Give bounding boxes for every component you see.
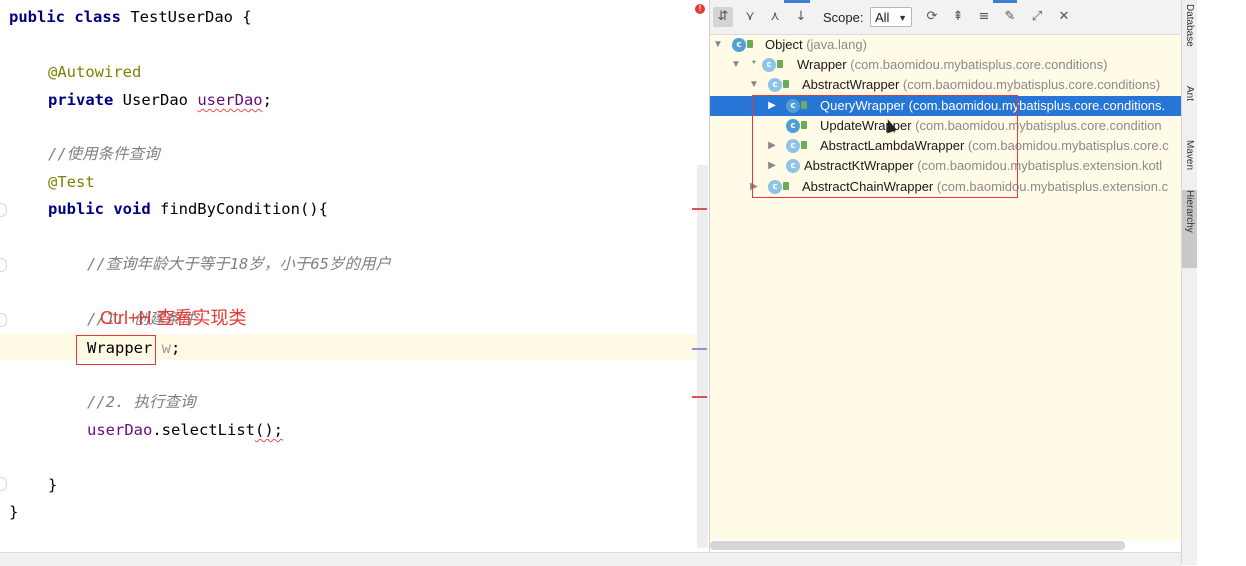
field-name: userDao	[87, 421, 153, 439]
editor-scrollbar[interactable]	[697, 165, 708, 548]
highlight-box	[752, 95, 1018, 198]
method-name: findByCondition(){	[159, 200, 328, 218]
field-name: userDao	[197, 91, 263, 109]
code-line-autowired[interactable]: @Autowired	[48, 59, 141, 85]
warning-stripe[interactable]	[692, 348, 707, 350]
hierarchy-toolbar: ⇵ ⋎ ⋏ ↓ Scope: All ▼ ⟳ ⇞ ≡ ✎ ⤢ ✕	[710, 0, 1182, 35]
scope-label: Scope:	[823, 10, 864, 25]
toolbar-active-indicator	[993, 0, 1017, 3]
code-line-select-call[interactable]: userDao.selectList();	[87, 417, 283, 443]
supertypes-hierarchy-icon[interactable]: ⋎	[742, 9, 758, 25]
public-lock-icon	[783, 80, 789, 88]
expand-all-icon[interactable]: ⇞	[950, 9, 966, 25]
brace: }	[9, 503, 19, 521]
class-icon: c	[732, 38, 746, 52]
fold-marker[interactable]	[0, 477, 7, 491]
collapse-all-icon[interactable]: ≡	[976, 9, 992, 25]
class-name: TestUserDao {	[130, 8, 252, 26]
call-parens: ();	[255, 421, 283, 439]
scope-dropdown[interactable]: All ▼	[870, 7, 912, 27]
code-line-comment[interactable]: //2. 执行查询	[87, 389, 196, 415]
expanded-arrow-icon[interactable]: ▼	[748, 75, 760, 95]
error-stripe[interactable]	[692, 208, 707, 210]
brace: }	[48, 476, 58, 494]
expanded-arrow-icon[interactable]: ▼	[712, 35, 724, 55]
abstract-class-icon: c	[762, 58, 776, 72]
code-line-test-annotation[interactable]: @Test	[48, 169, 95, 195]
code-line-class-close[interactable]: }	[9, 499, 18, 525]
comment: //2. 执行查询	[87, 393, 196, 411]
right-tool-window-strip: Database Ant Maven Hierarchy	[1181, 0, 1197, 565]
tree-node-wrapper[interactable]: ▼ * c Wrapper (com.baomidou.mybatisplus.…	[710, 55, 1182, 75]
tool-tab-maven[interactable]: Maven	[1182, 140, 1197, 180]
type-name: UserDao	[122, 91, 198, 109]
code-line-comment[interactable]: //使用条件查询	[48, 141, 160, 167]
scope-value: All	[875, 10, 890, 25]
semicolon: ;	[262, 91, 272, 109]
class-hierarchy-icon[interactable]: ⇵	[713, 7, 733, 27]
toolbar-active-indicator	[784, 0, 810, 3]
code-line-field-decl[interactable]: private UserDao userDao;	[48, 87, 272, 113]
error-stripe[interactable]	[692, 396, 707, 398]
expanded-arrow-icon[interactable]: ▼	[730, 55, 742, 75]
type-hierarchy-panel: ⇵ ⋎ ⋏ ↓ Scope: All ▼ ⟳ ⇞ ≡ ✎ ⤢ ✕ ▼ c Obje…	[709, 0, 1182, 552]
public-lock-icon	[747, 40, 753, 48]
fold-marker[interactable]	[0, 258, 7, 272]
comment: //使用条件查询	[48, 145, 160, 163]
method-call: selectList	[161, 421, 255, 439]
tree-node-object[interactable]: ▼ c Object (java.lang)	[710, 35, 1182, 55]
public-lock-icon	[777, 60, 783, 68]
code-line-comment[interactable]: //查询年龄大于等于18岁，小于65岁的用户	[87, 251, 391, 277]
fold-marker[interactable]	[0, 203, 7, 217]
subtypes-hierarchy-icon[interactable]: ⋏	[767, 9, 783, 25]
tree-node-label: Wrapper (com.baomidou.mybatisplus.core.c…	[797, 57, 1108, 72]
comment: //查询年龄大于等于18岁，小于65岁的用户	[87, 255, 391, 273]
tree-node-label: Object (java.lang)	[765, 37, 867, 52]
fold-marker[interactable]	[0, 313, 7, 327]
close-icon[interactable]: ✕	[1056, 9, 1072, 25]
highlight-box	[76, 335, 156, 365]
tree-node-abstract-wrapper[interactable]: ▼ c AbstractWrapper (com.baomidou.mybati…	[710, 75, 1182, 95]
chevron-down-icon: ▼	[898, 13, 907, 23]
bottom-status-bar	[0, 552, 1181, 566]
horizontal-scrollbar[interactable]	[710, 541, 1125, 550]
refresh-icon[interactable]: ⟳	[924, 9, 940, 25]
code-line-method-decl[interactable]: public void findByCondition(){	[48, 196, 328, 222]
keyword: public void	[48, 200, 160, 218]
asterisk-icon: *	[752, 59, 756, 70]
annotation: @Autowired	[48, 63, 142, 81]
semicolon: ;	[171, 339, 181, 357]
tree-node-label: AbstractWrapper (com.baomidou.mybatisplu…	[802, 77, 1161, 92]
keyword: public class	[9, 8, 131, 26]
code-line-class-decl[interactable]: public class TestUserDao {	[9, 4, 252, 30]
tool-tab-ant[interactable]: Ant	[1182, 86, 1197, 110]
tool-tab-database[interactable]: Database	[1182, 4, 1197, 52]
export-icon[interactable]: ⤢	[1029, 9, 1045, 25]
code-line-method-close[interactable]: }	[48, 472, 57, 498]
tool-tab-hierarchy[interactable]: Hierarchy	[1182, 190, 1197, 268]
overlay-annotation-note: Ctrl+H 查看实现类	[100, 308, 247, 328]
keyword: private	[48, 91, 123, 109]
annotation: @Test	[48, 173, 95, 191]
dot: .	[152, 421, 162, 439]
sort-alphabetically-icon[interactable]: ↓	[793, 9, 809, 25]
code-editor[interactable]: public class TestUserDao { @Autowired pr…	[0, 0, 708, 552]
error-indicator-icon[interactable]: !	[695, 4, 705, 14]
abstract-class-icon: c	[768, 78, 782, 92]
pin-icon[interactable]: ✎	[1002, 9, 1018, 25]
